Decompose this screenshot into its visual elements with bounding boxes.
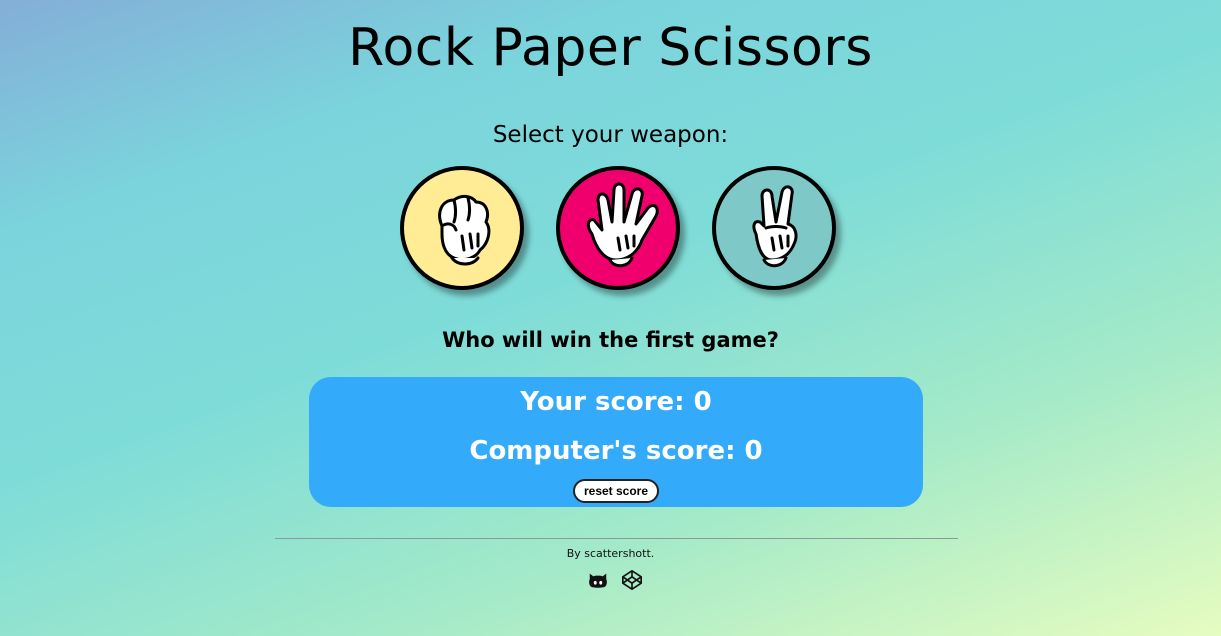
- rock-button[interactable]: [400, 166, 524, 290]
- footer-links: [587, 569, 647, 591]
- github-link[interactable]: [587, 569, 609, 591]
- github-icon: [589, 573, 607, 588]
- game-status-message: Who will win the first game?: [442, 328, 779, 352]
- player-score: Your score: 0: [520, 387, 712, 417]
- open-hand-icon: [586, 182, 659, 268]
- peace-hand-icon: [752, 185, 798, 268]
- codepen-icon: [622, 570, 642, 590]
- weapon-choices: [400, 166, 836, 290]
- codepen-link[interactable]: [621, 569, 643, 591]
- author-credit: By scattershott.: [566, 547, 655, 560]
- game-title: Rock Paper Scissors: [348, 18, 873, 78]
- computer-score: Computer's score: 0: [469, 436, 763, 466]
- reset-score-button[interactable]: reset score: [573, 479, 659, 503]
- footer-divider: [275, 538, 958, 539]
- paper-button[interactable]: [556, 166, 680, 290]
- scissors-button[interactable]: [712, 166, 836, 290]
- fist-hand-icon: [438, 194, 491, 266]
- select-weapon-prompt: Select your weapon:: [492, 122, 729, 148]
